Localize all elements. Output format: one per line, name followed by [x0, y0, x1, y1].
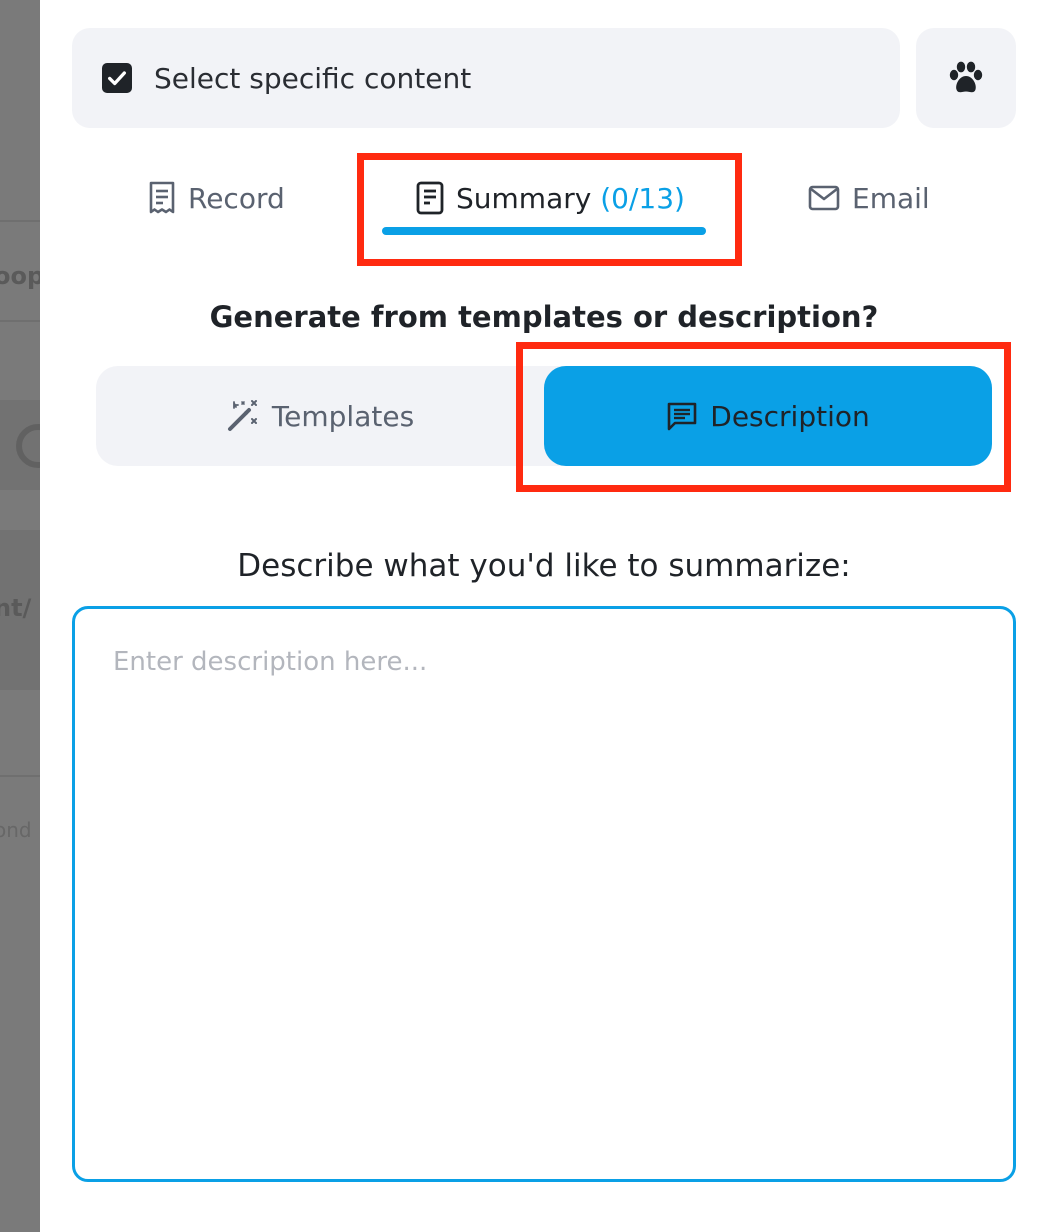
- describe-prompt: Describe what you'd like to summarize:: [237, 548, 851, 584]
- checkmark-icon: [108, 71, 126, 86]
- paw-icon: [949, 61, 983, 93]
- select-content-label: Select specific content: [154, 61, 472, 95]
- summary-panel: Select specific content Record Summary (…: [40, 0, 1040, 1232]
- active-tab-indicator: [382, 227, 706, 235]
- tab-email[interactable]: Email: [808, 168, 930, 228]
- generate-mode-toggle: Templates Description: [96, 366, 992, 466]
- message-icon: [667, 402, 697, 431]
- ghost-text: nt/: [0, 594, 32, 622]
- receipt-icon: [149, 181, 175, 214]
- page: oop nt/ ond Select specific content Reco…: [0, 0, 1040, 1232]
- tab-record[interactable]: Record: [148, 168, 285, 228]
- templates-option[interactable]: Templates: [96, 366, 544, 466]
- document-icon: [416, 181, 444, 215]
- dimmed-background: oop nt/ ond: [0, 0, 40, 1232]
- tab-summary[interactable]: Summary (0/13): [416, 168, 685, 228]
- ghost-text: ond: [0, 818, 32, 842]
- paw-button[interactable]: [916, 28, 1016, 128]
- ghost-divider: [0, 220, 40, 222]
- tab-record-label: Record: [188, 181, 285, 215]
- ghost-divider: [0, 320, 40, 322]
- ghost-divider: [0, 775, 40, 777]
- generate-question: Generate from templates or description?: [209, 300, 879, 334]
- tab-summary-label: Summary: [456, 181, 592, 215]
- description-textarea[interactable]: [72, 606, 1016, 1182]
- templates-label: Templates: [271, 399, 415, 433]
- magic-wand-icon: [227, 400, 257, 431]
- select-content-checkbox[interactable]: [102, 63, 132, 93]
- mail-icon: [808, 185, 840, 211]
- ghost-text: oop: [0, 262, 40, 290]
- select-specific-content-row[interactable]: Select specific content: [72, 28, 900, 128]
- summary-count-badge: (0/13): [600, 181, 685, 215]
- description-option[interactable]: Description: [544, 366, 992, 466]
- tab-email-label: Email: [852, 181, 930, 215]
- description-label: Description: [710, 399, 870, 433]
